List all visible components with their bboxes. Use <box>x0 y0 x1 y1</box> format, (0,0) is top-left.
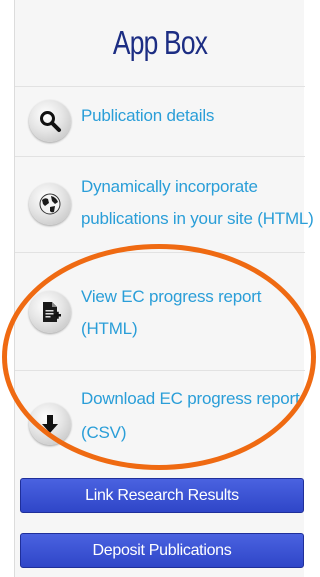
search-icon <box>29 100 71 142</box>
view-ec-report-link-line2[interactable]: (HTML) <box>81 313 301 345</box>
incorporate-publications-link-line2[interactable]: publications in your site (HTML) <box>81 203 314 235</box>
publication-details-link[interactable]: Publication details <box>81 100 301 132</box>
incorporate-publications-link-line1[interactable]: Dynamically incorporate <box>81 171 301 203</box>
app-box-title: App Box <box>112 24 208 61</box>
app-item-download-ec-report[interactable]: Download EC progress report (CSV) <box>15 370 305 474</box>
download-arrow-icon <box>29 403 71 445</box>
globe-icon <box>29 183 71 225</box>
link-research-results-button[interactable]: Link Research Results <box>20 478 304 513</box>
document-add-icon <box>29 291 71 333</box>
download-ec-report-link-line2[interactable]: (CSV) <box>81 417 301 449</box>
view-ec-report-link-line1[interactable]: View EC progress report <box>81 281 301 313</box>
app-item-incorporate-publications[interactable]: Dynamically incorporate publications in … <box>15 156 314 252</box>
deposit-publications-button[interactable]: Deposit Publications <box>20 533 304 568</box>
app-item-view-ec-report[interactable]: View EC progress report (HTML) <box>15 252 305 370</box>
app-item-publication-details[interactable]: Publication details <box>15 86 305 156</box>
download-ec-report-link-line1[interactable]: Download EC progress report <box>81 383 301 415</box>
